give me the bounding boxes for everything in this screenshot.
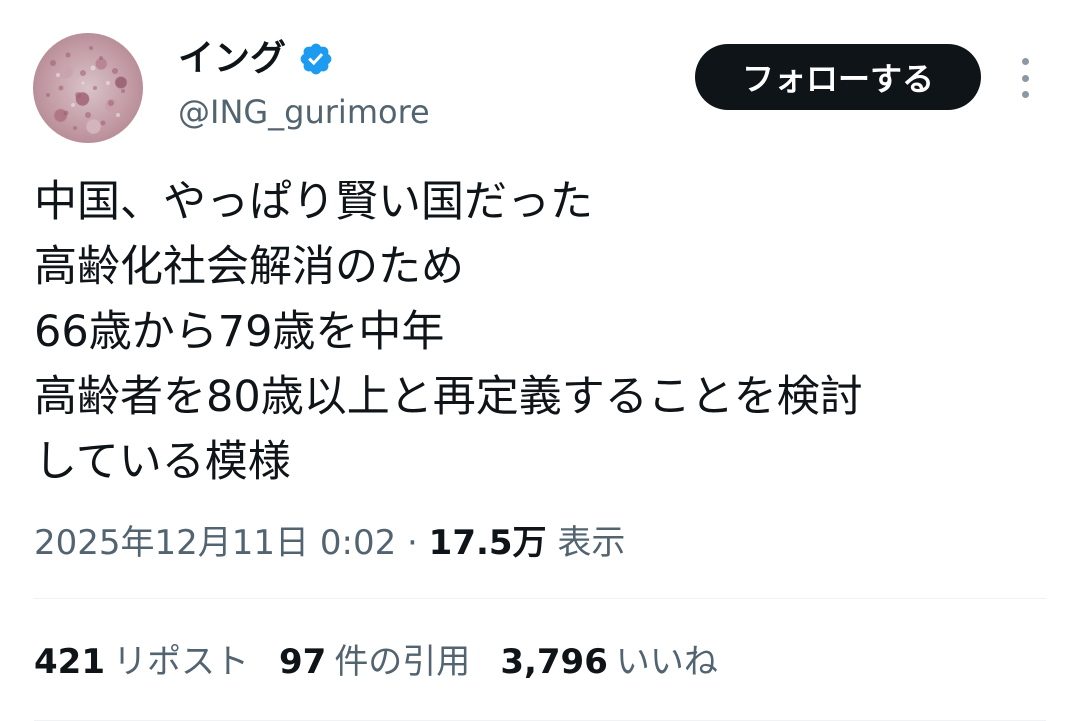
tweet-text: 中国、やっぱり賢い国だった 高齢化社会解消のため 66歳から79歳を中年 高齢者… (34, 170, 1044, 495)
reposts-count: 421 (34, 642, 105, 682)
display-name-row[interactable]: イング (178, 36, 334, 82)
avatar[interactable] (33, 33, 143, 143)
likes-stat[interactable]: 3,796 いいね (500, 634, 718, 690)
more-dot (1021, 74, 1029, 82)
divider (34, 598, 1046, 599)
more-dot (1021, 58, 1029, 65)
verified-badge-icon[interactable] (298, 41, 334, 77)
tweet-text-line: 66歳から79歳を中年 (34, 307, 445, 357)
more-dot (1021, 91, 1029, 98)
user-handle[interactable]: @ING_gurimore (178, 90, 430, 134)
tweet-text-line: 高齢者を80歳以上と再定義することを検討 (34, 372, 863, 422)
tweet-text-line: 中国、やっぱり賢い国だった (34, 177, 593, 227)
engagement-stats: 421 リポスト 97 件の引用 3,796 いいね (34, 634, 748, 690)
likes-count: 3,796 (500, 642, 608, 682)
follow-button[interactable]: フォローする (695, 44, 981, 110)
meta-separator: · (407, 523, 418, 563)
avatar-image (46, 46, 125, 130)
quotes-label: 件の引用 (334, 642, 471, 682)
reposts-label: リポスト (112, 642, 249, 682)
quotes-stat[interactable]: 97 件の引用 (279, 634, 470, 690)
tweet-text-line: している模様 (34, 437, 291, 487)
quotes-count: 97 (278, 642, 327, 682)
tweet-text-line: 高齢化社会解消のため (34, 242, 464, 292)
timestamp[interactable]: 2025年12月11日 0:02 (34, 523, 396, 563)
likes-label: いいね (615, 642, 718, 682)
reposts-stat[interactable]: 421 リポスト (34, 634, 249, 690)
more-options-icon[interactable] (1008, 58, 1042, 98)
display-name[interactable]: イング (178, 36, 286, 82)
views-count: 17.5万 (428, 523, 547, 563)
views-label: 表示 (557, 523, 626, 563)
tweet-meta: 2025年12月11日 0:02 · 17.5万 表示 (34, 515, 625, 571)
